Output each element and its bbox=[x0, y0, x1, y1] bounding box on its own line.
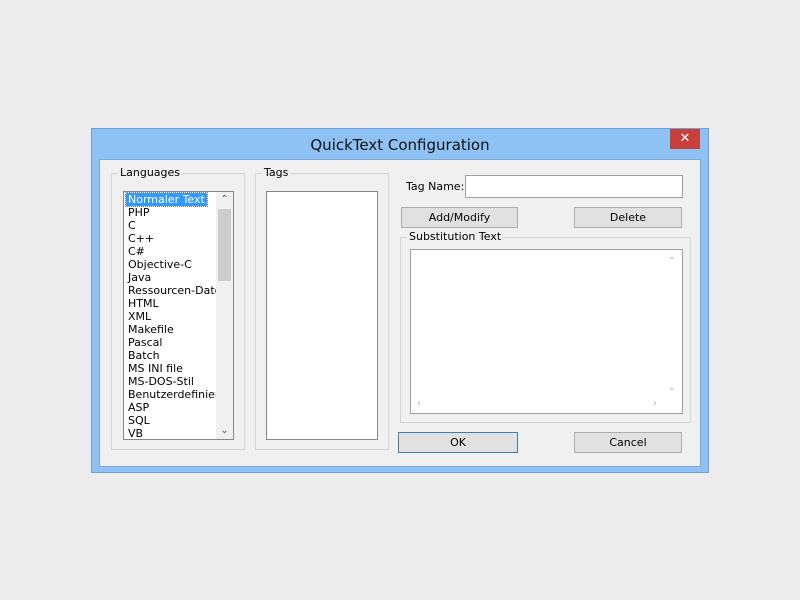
delete-button[interactable]: Delete bbox=[574, 207, 682, 228]
languages-group: Languages Normaler Text PHP C C++ C# Objectiv… bbox=[111, 166, 245, 450]
chevron-up-icon[interactable]: ⌃ bbox=[668, 256, 676, 268]
language-list-item[interactable]: XML bbox=[126, 310, 153, 323]
language-list-item[interactable]: HTML bbox=[126, 297, 161, 310]
language-list-item[interactable]: MS-DOS-Stil bbox=[126, 375, 196, 388]
language-list-item[interactable]: VB bbox=[126, 427, 145, 439]
language-list-item[interactable]: C++ bbox=[126, 232, 156, 245]
language-list-item[interactable]: C bbox=[126, 219, 138, 232]
chevron-down-icon[interactable]: ⌄ bbox=[668, 382, 676, 394]
language-list-item[interactable]: Normaler Text bbox=[125, 192, 208, 207]
close-button[interactable]: ✕ bbox=[670, 129, 700, 149]
chevron-down-icon[interactable]: ⌄ bbox=[216, 423, 233, 439]
language-list-item[interactable]: SQL bbox=[126, 414, 152, 427]
add-modify-button[interactable]: Add/Modify bbox=[401, 207, 518, 228]
chevron-left-icon[interactable]: ‹ bbox=[417, 398, 421, 410]
language-list-item[interactable]: Java bbox=[126, 271, 153, 284]
substitution-textarea[interactable]: ⌃ ⌄ ‹ › bbox=[410, 249, 683, 414]
tags-label: Tags bbox=[262, 166, 291, 180]
dialog-window: QuickText Configuration ✕ Languages Norm… bbox=[91, 128, 709, 473]
language-list-item[interactable]: C# bbox=[126, 245, 147, 258]
scrollbar-thumb[interactable] bbox=[218, 209, 231, 281]
language-list-item[interactable]: Ressourcen-Datei bbox=[126, 284, 226, 297]
language-list-item[interactable]: Batch bbox=[126, 349, 162, 362]
language-list-item[interactable]: Pascal bbox=[126, 336, 164, 349]
language-list-item[interactable]: PHP bbox=[126, 206, 152, 219]
language-list-item[interactable]: Benutzerdefiniert bbox=[126, 388, 226, 401]
cancel-label: Cancel bbox=[609, 436, 647, 449]
window-title: QuickText Configuration bbox=[310, 136, 490, 154]
tags-listbox[interactable] bbox=[266, 191, 378, 440]
chevron-right-icon[interactable]: › bbox=[653, 398, 657, 410]
tag-name-input[interactable] bbox=[465, 175, 683, 198]
languages-listbox[interactable]: Normaler Text PHP C C++ C# Objective-C Java Res… bbox=[123, 191, 234, 440]
add-modify-label: Add/Modify bbox=[428, 211, 491, 224]
ok-button[interactable]: OK bbox=[398, 432, 518, 453]
substitution-group: Substitution Text ⌃ ⌄ ‹ › bbox=[400, 230, 691, 423]
title-bar[interactable]: QuickText Configuration ✕ bbox=[92, 129, 708, 159]
language-list-item[interactable]: ASP bbox=[126, 401, 151, 414]
tags-group: Tags bbox=[255, 166, 389, 450]
language-list-item[interactable]: MS INI file bbox=[126, 362, 185, 375]
tag-name-label: Tag Name: bbox=[406, 180, 465, 193]
language-list-item[interactable]: Objective-C bbox=[126, 258, 194, 271]
chevron-up-icon[interactable]: ⌃ bbox=[216, 192, 233, 208]
languages-label: Languages bbox=[118, 166, 183, 180]
close-icon: ✕ bbox=[679, 131, 691, 146]
delete-label: Delete bbox=[609, 211, 647, 224]
language-list-item[interactable]: Makefile bbox=[126, 323, 176, 336]
cancel-button[interactable]: Cancel bbox=[574, 432, 682, 453]
substitution-label: Substitution Text bbox=[407, 230, 504, 244]
ok-label: OK bbox=[450, 436, 466, 449]
languages-scrollbar[interactable]: ⌃ ⌄ bbox=[216, 192, 233, 439]
dialog-client-area: Languages Normaler Text PHP C C++ C# Objectiv… bbox=[99, 159, 701, 467]
